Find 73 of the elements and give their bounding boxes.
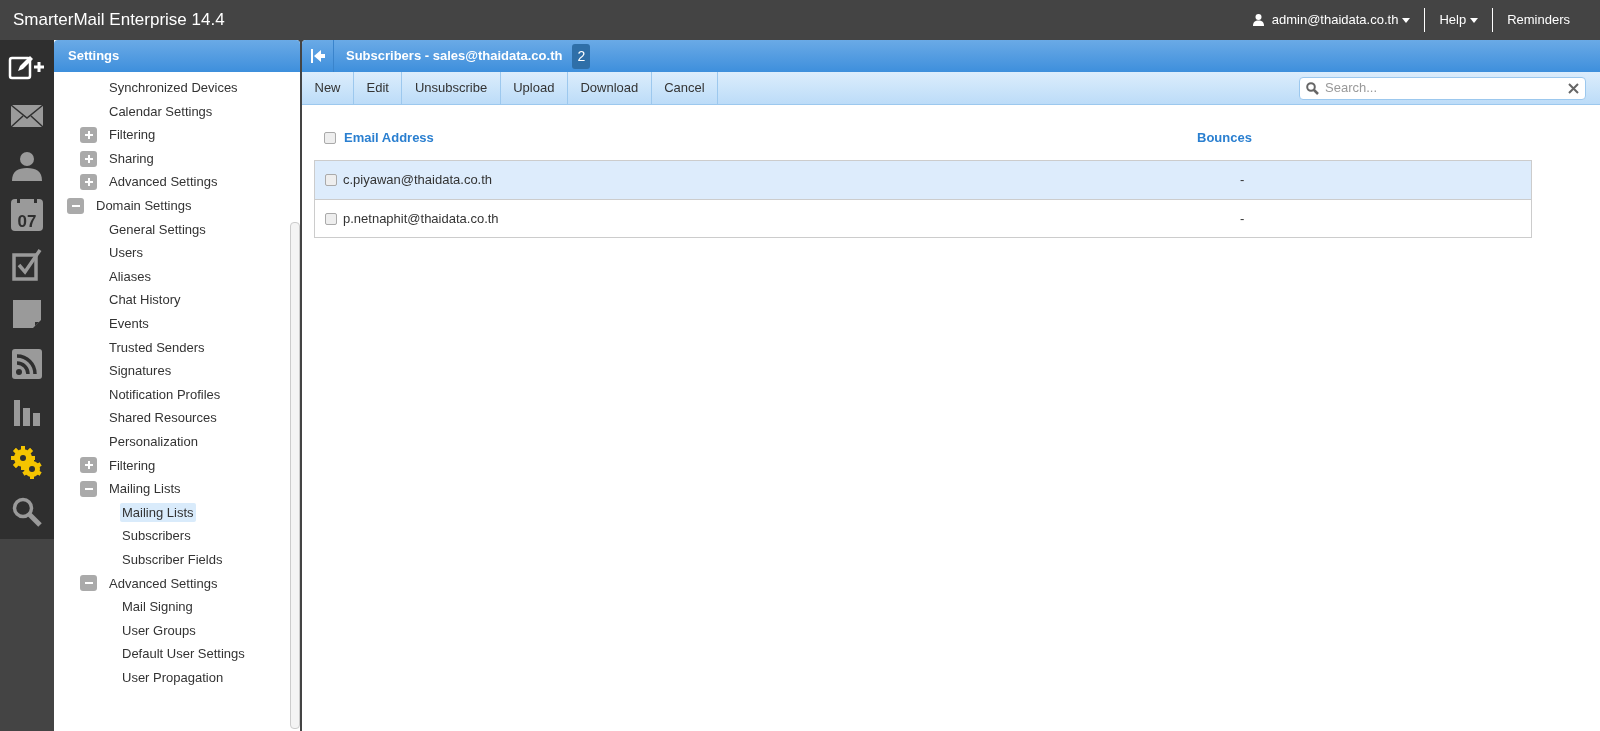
tree-item[interactable]: Advanced Settings [107, 172, 220, 192]
tree-item[interactable]: Mailing Lists [107, 479, 183, 499]
tree-item[interactable]: Notification Profiles [107, 384, 223, 405]
toolbar-button[interactable]: Unsubscribe [402, 72, 501, 104]
panel-title: Settings [68, 47, 120, 66]
bar-chart-icon[interactable] [14, 400, 40, 427]
account-menu[interactable]: admin@thaidata.co.th [1252, 10, 1411, 30]
tree-item[interactable]: Domain Settings [94, 196, 194, 216]
search-field[interactable]: Search... [1325, 78, 1568, 98]
table-cell-text: - [1240, 209, 1245, 228]
tree-item[interactable]: Subscriber Fields [120, 549, 225, 570]
close-icon[interactable] [1568, 82, 1579, 94]
tree-item[interactable]: Sharing [107, 148, 156, 169]
toolbar-button[interactable]: Upload [500, 72, 568, 104]
expand-toggle[interactable] [80, 150, 97, 167]
expand-toggle[interactable] [80, 457, 97, 474]
tree-item[interactable]: Advanced Settings [107, 573, 220, 593]
tree-item[interactable]: Events [107, 314, 151, 334]
search-icon[interactable] [12, 497, 42, 528]
caret-icon [1470, 17, 1479, 23]
tree-item[interactable]: Shared Resources [107, 408, 219, 428]
envelope-icon[interactable] [10, 104, 44, 129]
expand-toggle[interactable] [80, 174, 97, 191]
tree-item[interactable]: User Propagation [120, 667, 226, 688]
tree-item[interactable]: Filtering [107, 455, 158, 476]
arrow-bar-left-icon [310, 49, 325, 63]
search-box[interactable]: Search... [1299, 76, 1586, 100]
tree-item[interactable]: Mailing Lists [120, 502, 196, 523]
tree-item[interactable]: Users [107, 243, 145, 263]
caret-icon [1402, 17, 1411, 23]
note-icon[interactable] [13, 300, 41, 329]
collapse-toggle[interactable] [80, 575, 97, 592]
tree-item[interactable]: Filtering [107, 125, 158, 145]
collapse-toggle[interactable] [67, 197, 84, 214]
tree-item[interactable]: Signatures [107, 361, 174, 381]
toolbar-button[interactable]: New [302, 72, 354, 104]
row-checkbox[interactable] [325, 212, 337, 225]
table-cell-text: c.piyawan@thaidata.co.th [343, 171, 494, 190]
tree-item[interactable]: Synchronized Devices [107, 78, 240, 98]
tree-item[interactable]: Personalization [107, 431, 200, 452]
menu-link[interactable]: Reminders [1507, 10, 1570, 30]
checkbox-tick-icon[interactable] [12, 248, 42, 281]
tree-item[interactable]: Trusted Senders [107, 337, 207, 358]
column-header[interactable]: Bounces [1197, 128, 1252, 148]
table-row[interactable]: c.piyawan@thaidata.co.th - [315, 161, 1531, 199]
compose-plus-icon[interactable] [8, 53, 46, 80]
search-icon [1306, 81, 1319, 95]
tree-item[interactable]: User Groups [120, 620, 198, 641]
tree-item[interactable]: Default User Settings [120, 644, 247, 664]
select-all-checkbox[interactable] [324, 132, 336, 144]
column-header[interactable]: Email Address [344, 128, 1197, 148]
count-badge: 2 [572, 43, 591, 69]
tree-item[interactable]: Chat History [107, 290, 183, 310]
row-checkbox[interactable] [325, 174, 337, 186]
user-icon [1252, 14, 1264, 26]
tree-item[interactable]: Subscribers [120, 526, 193, 546]
expand-toggle[interactable] [80, 127, 97, 143]
toolbar-button[interactable]: Edit [354, 72, 403, 104]
person-icon[interactable] [11, 150, 43, 181]
tree-item[interactable]: Calendar Settings [107, 101, 215, 122]
tree-item[interactable]: Aliases [107, 266, 153, 287]
tree-item[interactable]: General Settings [107, 219, 208, 240]
rss-icon[interactable] [12, 348, 42, 379]
table-cell-text: p.netnaphit@thaidata.co.th [343, 209, 500, 228]
panel-title: Subscribers - sales@thaidata.co.th [346, 47, 563, 66]
table-cell-text: - [1240, 171, 1245, 190]
toolbar-button[interactable]: Cancel [651, 72, 719, 104]
tree-item[interactable]: Mail Signing [120, 597, 195, 617]
collapse-toggle[interactable] [80, 480, 97, 497]
toolbar-button[interactable]: Download [567, 72, 652, 104]
menu-link[interactable]: Help [1439, 10, 1479, 30]
scrollbar[interactable] [290, 222, 300, 729]
app-title: SmarterMail Enterprise 14.4 [13, 9, 225, 32]
